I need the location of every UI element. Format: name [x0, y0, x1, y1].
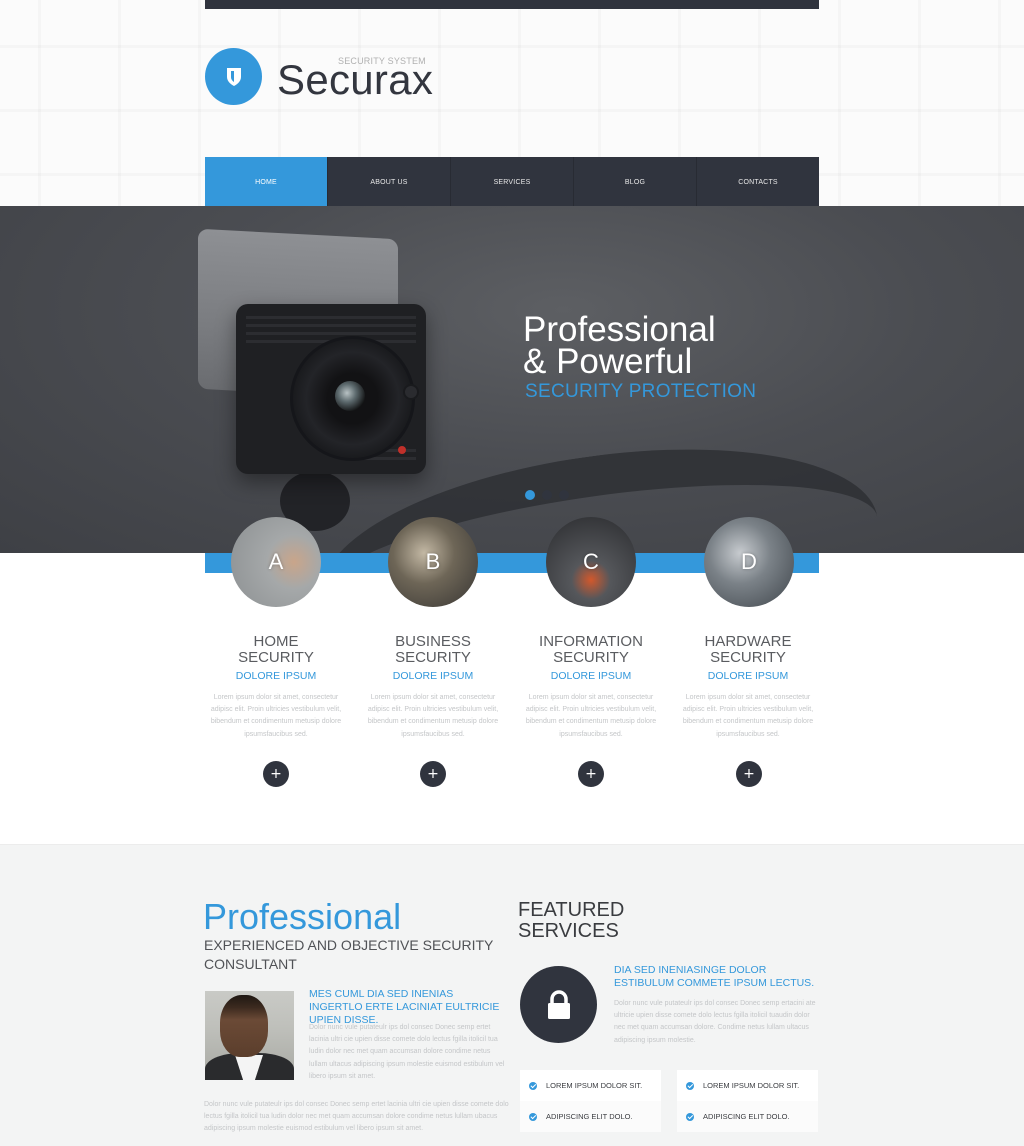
- shield-icon: [226, 67, 241, 86]
- professional-text: Dolor nunc vule putateulr ips dol consec…: [309, 1024, 505, 1080]
- lock-icon: [547, 989, 570, 1019]
- more-button-business-security[interactable]: +: [420, 761, 446, 787]
- nav-item-blog[interactable]: BLOG: [574, 157, 697, 207]
- featured-title-line2: SERVICES: [518, 920, 619, 942]
- feature-letter: B: [425, 549, 441, 574]
- nav-item-home[interactable]: HOME: [205, 157, 328, 207]
- feature-title: BUSINESS SECURITY: [362, 634, 504, 666]
- feature-subtitle: DOLORE IPSUM: [550, 670, 632, 682]
- consultant-portrait: [205, 991, 294, 1080]
- checklist-item: ADIPISCING ELIT DOLO.: [520, 1101, 661, 1132]
- nav-item-about-us[interactable]: ABOUT US: [328, 157, 451, 207]
- feature-title: INFORMATION SECURITY: [520, 634, 662, 666]
- checklist-right: LOREM IPSUM DOLOR SIT. ADIPISCING ELIT D…: [677, 1070, 818, 1132]
- camera-led: [398, 446, 406, 454]
- featured-services-title: FEATURED SERVICES: [518, 900, 624, 942]
- feature-title-line1: INFORMATION: [539, 633, 643, 650]
- logo[interactable]: [205, 48, 262, 105]
- top-bar: [205, 0, 819, 9]
- feature-text: Lorem ipsum dolor sit amet, consectetur …: [367, 694, 499, 738]
- professional-text-wide: Dolor nunc vule putateulr ips dol consec…: [204, 1101, 509, 1133]
- feature-image-hardware-security[interactable]: D: [704, 517, 794, 607]
- check-circle-icon: [529, 1112, 537, 1121]
- feature-business-security: BUSINESS SECURITY DOLORE IPSUM Lorem ips…: [362, 634, 504, 741]
- checklist-item-label: LOREM IPSUM DOLOR SIT.: [546, 1081, 643, 1090]
- feature-subtitle: DOLORE IPSUM: [707, 670, 789, 682]
- checklist-left: LOREM IPSUM DOLOR SIT. ADIPISCING ELIT D…: [520, 1070, 661, 1132]
- feature-home-security: HOME SECURITY DOLORE IPSUM Lorem ipsum d…: [205, 634, 347, 741]
- logo-name[interactable]: Securax: [277, 56, 433, 104]
- feature-title-line1: HARDWARE: [704, 633, 792, 650]
- slider-dot-3[interactable]: [559, 490, 569, 500]
- feature-subtitle: DOLORE IPSUM: [392, 670, 474, 682]
- checklist-item-label: LOREM IPSUM DOLOR SIT.: [703, 1081, 800, 1090]
- nav-item-contacts[interactable]: CONTACTS: [697, 157, 819, 207]
- feature-text: Lorem ipsum dolor sit amet, consectetur …: [682, 694, 814, 738]
- feature-image-home-security[interactable]: A: [231, 517, 321, 607]
- featured-service-badge: [520, 966, 597, 1043]
- feature-image-information-security[interactable]: C: [546, 517, 636, 607]
- hero-title: Professional & Powerful: [523, 312, 716, 381]
- camera-screw: [403, 384, 419, 400]
- feature-hardware-security: HARDWARE SECURITY DOLORE IPSUM Lorem ips…: [677, 634, 819, 741]
- plus-icon: +: [585, 766, 597, 782]
- check-circle-icon: [686, 1081, 694, 1090]
- check-circle-icon: [686, 1112, 694, 1121]
- checklist-item: LOREM IPSUM DOLOR SIT.: [677, 1070, 818, 1101]
- feature-title-line2: SECURITY: [553, 649, 629, 666]
- plus-icon: +: [270, 766, 282, 782]
- feature-subtitle: DOLORE IPSUM: [235, 670, 317, 682]
- lower-section: [0, 844, 1024, 1146]
- main-nav: HOME ABOUT US SERVICES BLOG CONTACTS: [205, 157, 819, 207]
- checklist-item-label: ADIPISCING ELIT DOLO.: [703, 1112, 790, 1121]
- checklist-item: LOREM IPSUM DOLOR SIT.: [520, 1070, 661, 1101]
- professional-subtitle: EXPERIENCED AND OBJECTIVE SECURITY CONSU…: [204, 937, 494, 972]
- slider-dot-1[interactable]: [525, 490, 535, 500]
- slider-pagination: [525, 490, 569, 500]
- nav-item-services[interactable]: SERVICES: [451, 157, 574, 207]
- feature-image-business-security[interactable]: B: [388, 517, 478, 607]
- slider-dot-2[interactable]: [542, 490, 552, 500]
- feature-title-line1: BUSINESS: [395, 633, 471, 650]
- more-button-information-security[interactable]: +: [578, 761, 604, 787]
- featured-service-heading: DIA SED INENIASINGE DOLOR ESTIBULUM COMM…: [614, 964, 815, 989]
- feature-title-line2: SECURITY: [238, 649, 314, 666]
- feature-letter: D: [741, 549, 757, 574]
- hero-subtitle: SECURITY PROTECTION: [525, 381, 757, 402]
- feature-title-line2: SECURITY: [395, 649, 471, 666]
- feature-letter: A: [268, 549, 284, 574]
- camera-lens-glass: [335, 381, 365, 411]
- feature-information-security: INFORMATION SECURITY DOLORE IPSUM Lorem …: [520, 634, 662, 741]
- feature-title-line1: HOME: [253, 633, 299, 650]
- checklist-item: ADIPISCING ELIT DOLO.: [677, 1101, 818, 1132]
- feature-letter: C: [583, 549, 599, 574]
- more-button-hardware-security[interactable]: +: [736, 761, 762, 787]
- hero-title-line2: & Powerful: [523, 342, 693, 381]
- feature-title: HOME SECURITY: [205, 634, 347, 666]
- plus-icon: +: [427, 766, 439, 782]
- professional-title: Professional: [203, 896, 402, 937]
- feature-title-line2: SECURITY: [710, 649, 786, 666]
- more-button-home-security[interactable]: +: [263, 761, 289, 787]
- featured-title-line1: FEATURED: [518, 899, 625, 921]
- feature-text: Lorem ipsum dolor sit amet, consectetur …: [525, 694, 657, 738]
- featured-service-text: Dolor nunc vule putateulr ips dol consec…: [614, 1000, 816, 1044]
- checklist-item-label: ADIPISCING ELIT DOLO.: [546, 1112, 633, 1121]
- plus-icon: +: [743, 766, 755, 782]
- check-circle-icon: [529, 1081, 537, 1090]
- hero-slider: Professional & Powerful SECURITY PROTECT…: [0, 206, 1024, 553]
- feature-title: HARDWARE SECURITY: [677, 634, 819, 666]
- feature-text: Lorem ipsum dolor sit amet, consectetur …: [210, 694, 342, 738]
